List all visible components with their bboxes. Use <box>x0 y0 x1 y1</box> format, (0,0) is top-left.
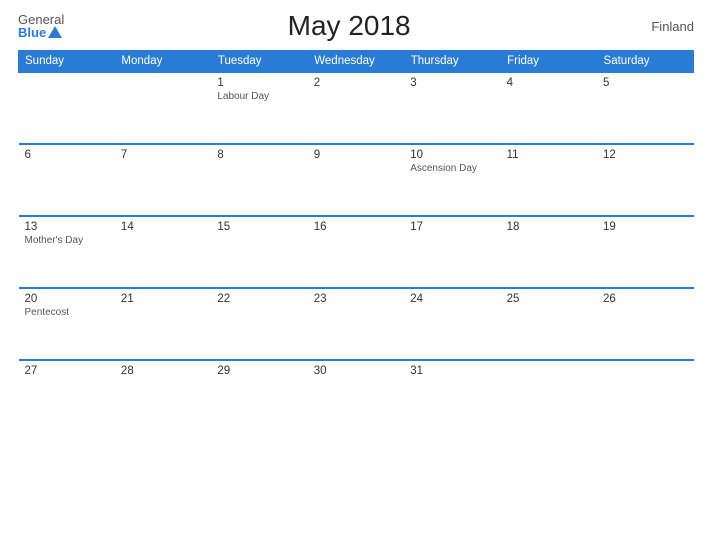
table-row: 4 <box>501 72 597 144</box>
table-row: 27 <box>19 360 115 432</box>
header-friday: Friday <box>501 51 597 73</box>
day-number: 15 <box>217 221 301 233</box>
table-row: 21 <box>115 288 211 360</box>
day-number: 27 <box>25 365 109 377</box>
day-number: 11 <box>507 149 591 161</box>
table-row <box>19 72 115 144</box>
holiday-name: Mother's Day <box>25 235 109 246</box>
day-number: 14 <box>121 221 205 233</box>
weekday-header-row: Sunday Monday Tuesday Wednesday Thursday… <box>19 51 694 73</box>
day-number: 28 <box>121 365 205 377</box>
table-row: 8 <box>211 144 307 216</box>
table-row: 3 <box>404 72 500 144</box>
table-row: 16 <box>308 216 404 288</box>
day-number: 24 <box>410 293 494 305</box>
table-row: 18 <box>501 216 597 288</box>
day-number: 26 <box>603 293 687 305</box>
day-number: 9 <box>314 149 398 161</box>
calendar-week-row: 1 Labour Day 23 45 <box>19 72 694 144</box>
day-number: 3 <box>410 77 494 89</box>
logo-general-text: General <box>18 13 64 26</box>
day-number: 19 <box>603 221 687 233</box>
table-row: 26 <box>597 288 693 360</box>
table-row: 7 <box>115 144 211 216</box>
day-number: 21 <box>121 293 205 305</box>
table-row: 11 <box>501 144 597 216</box>
day-number: 8 <box>217 149 301 161</box>
table-row: 10 Ascension Day <box>404 144 500 216</box>
table-row: 5 <box>597 72 693 144</box>
table-row: 29 <box>211 360 307 432</box>
day-number: 13 <box>25 221 109 233</box>
table-row: 13 Mother's Day <box>19 216 115 288</box>
day-number: 18 <box>507 221 591 233</box>
day-number: 31 <box>410 365 494 377</box>
day-number: 6 <box>25 149 109 161</box>
table-row <box>501 360 597 432</box>
day-number: 23 <box>314 293 398 305</box>
calendar-page: General Blue May 2018 Finland Sunday Mon… <box>0 0 712 550</box>
table-row: 14 <box>115 216 211 288</box>
day-number: 20 <box>25 293 109 305</box>
header-monday: Monday <box>115 51 211 73</box>
day-number: 10 <box>410 149 494 161</box>
calendar-week-row: 678 9 10 Ascension Day 11 12 <box>19 144 694 216</box>
header-wednesday: Wednesday <box>308 51 404 73</box>
header-sunday: Sunday <box>19 51 115 73</box>
table-row: 22 <box>211 288 307 360</box>
table-row: 1 Labour Day <box>211 72 307 144</box>
calendar-table: Sunday Monday Tuesday Wednesday Thursday… <box>18 50 694 432</box>
day-number: 7 <box>121 149 205 161</box>
table-row: 31 <box>404 360 500 432</box>
table-row: 25 <box>501 288 597 360</box>
table-row: 30 <box>308 360 404 432</box>
header-tuesday: Tuesday <box>211 51 307 73</box>
table-row: 9 <box>308 144 404 216</box>
calendar-title: May 2018 <box>64 10 634 42</box>
table-row <box>597 360 693 432</box>
logo-blue-text: Blue <box>18 26 46 39</box>
table-row: 6 <box>19 144 115 216</box>
calendar-week-row: 20 Pentecost 21 22 23 24 25 26 <box>19 288 694 360</box>
day-number: 4 <box>507 77 591 89</box>
day-number: 22 <box>217 293 301 305</box>
country-label: Finland <box>634 19 694 34</box>
table-row: 20 Pentecost <box>19 288 115 360</box>
table-row <box>115 72 211 144</box>
table-row: 23 <box>308 288 404 360</box>
day-number: 30 <box>314 365 398 377</box>
day-number: 1 <box>217 77 301 89</box>
table-row: 17 <box>404 216 500 288</box>
day-number: 25 <box>507 293 591 305</box>
holiday-name: Labour Day <box>217 91 301 102</box>
table-row: 15 <box>211 216 307 288</box>
table-row: 28 <box>115 360 211 432</box>
day-number: 5 <box>603 77 687 89</box>
table-row: 2 <box>308 72 404 144</box>
day-number: 29 <box>217 365 301 377</box>
header-thursday: Thursday <box>404 51 500 73</box>
day-number: 12 <box>603 149 687 161</box>
logo-triangle-icon <box>48 26 62 38</box>
calendar-week-row: 27 28 29 30 31 <box>19 360 694 432</box>
calendar-week-row: 13 Mother's Day 14 15 16 17 18 19 <box>19 216 694 288</box>
table-row: 12 <box>597 144 693 216</box>
logo: General Blue <box>18 13 64 40</box>
day-number: 16 <box>314 221 398 233</box>
holiday-name: Ascension Day <box>410 163 494 174</box>
table-row: 24 <box>404 288 500 360</box>
table-row: 19 <box>597 216 693 288</box>
day-number: 17 <box>410 221 494 233</box>
header-saturday: Saturday <box>597 51 693 73</box>
header: General Blue May 2018 Finland <box>18 10 694 42</box>
holiday-name: Pentecost <box>25 307 109 318</box>
day-number: 2 <box>314 77 398 89</box>
